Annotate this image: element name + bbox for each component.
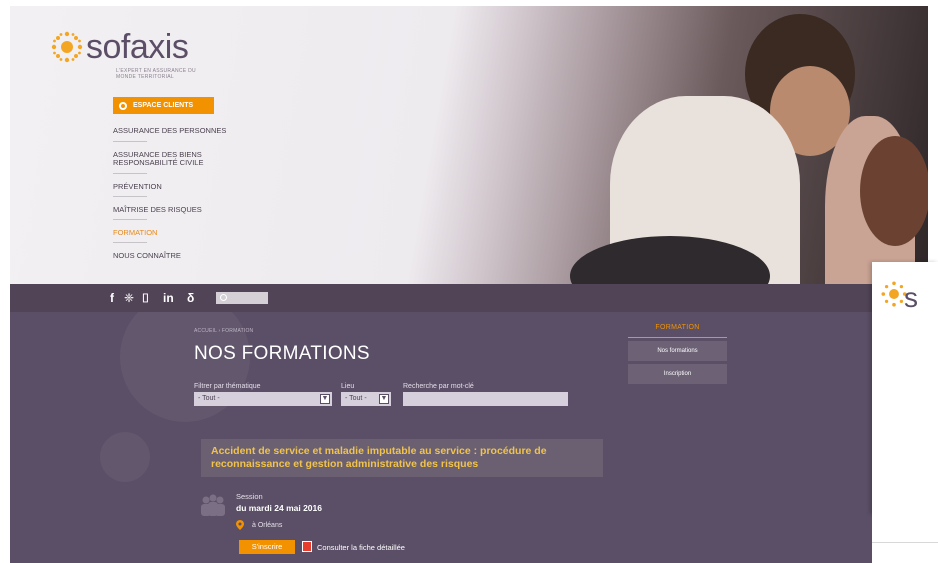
session-location: à Orléans — [252, 522, 283, 529]
linkedin-icon[interactable]: in — [163, 291, 174, 305]
detail-sheet-link[interactable]: Consulter la fiche détaillée — [317, 543, 405, 552]
facebook-icon[interactable]: f — [110, 291, 114, 305]
nav-separator — [113, 196, 147, 197]
thematique-select[interactable]: - Tout - ▼ — [194, 392, 332, 406]
espace-clients-label: ESPACE CLIENTS — [133, 102, 194, 109]
popup-brand-initial: s — [904, 282, 918, 313]
breadcrumb[interactable]: ACCUEIL › FORMATION — [194, 328, 253, 334]
nav-item-nous-connaitre[interactable]: NOUS CONNAÎTRE — [113, 252, 181, 260]
brand-name: sofaxis — [86, 28, 189, 66]
main-content: ACCUEIL › FORMATION NOS FORMATIONS Filtr… — [10, 312, 872, 563]
keyword-search-input[interactable] — [403, 392, 568, 406]
location-pin-icon — [236, 520, 244, 530]
search-icon[interactable] — [220, 294, 227, 301]
nav-separator — [113, 141, 147, 142]
espace-clients-button[interactable]: ESPACE CLIENTS — [113, 97, 214, 114]
session-label: Session — [236, 492, 263, 501]
twitter-icon[interactable]: ❈ — [124, 291, 134, 305]
sidebar-item-nos-formations[interactable]: Nos formations — [628, 341, 727, 361]
nav-item-assurance-personnes[interactable]: ASSURANCE DES PERSONNES — [113, 127, 226, 135]
nav-item-assurance-biens[interactable]: ASSURANCE DES BIENS RESPONSABILITÉ CIVIL… — [113, 151, 203, 167]
formation-title[interactable]: Accident de service et maladie imputable… — [211, 445, 591, 471]
register-button[interactable]: S'inscrire — [239, 540, 295, 554]
nav-separator — [113, 173, 147, 174]
decorative-circle — [100, 432, 150, 482]
page-title: NOS FORMATIONS — [194, 343, 370, 364]
sofaxis-logo[interactable]: sofaxis L'EXPERT EN ASSURANCE DU MONDE T… — [50, 28, 230, 88]
chevron-down-icon: ▼ — [379, 394, 389, 404]
session-date: du mardi 24 mai 2016 — [236, 503, 322, 513]
nav-item-formation[interactable]: FORMATION — [113, 229, 157, 237]
keyword-filter-label: Recherche par mot-clé — [403, 383, 474, 390]
youtube-icon[interactable]: ⌷ — [142, 291, 149, 306]
popup-footer-strip — [872, 514, 938, 563]
nav-item-prevention[interactable]: PRÉVENTION — [113, 183, 162, 191]
nav-separator — [113, 219, 147, 220]
hero-header: sofaxis L'EXPERT EN ASSURANCE DU MONDE T… — [10, 6, 928, 284]
thematique-select-value: - Tout - — [198, 395, 220, 402]
lieu-select-value: - Tout - — [345, 395, 367, 402]
sidebar-item-inscription[interactable]: Inscription — [628, 364, 727, 384]
social-search-bar: f ❈ ⌷ in δ — [10, 284, 928, 312]
sun-logo-icon — [51, 31, 83, 63]
sidebar-title-underline — [628, 337, 727, 338]
people-group-icon — [201, 494, 225, 516]
pdf-icon[interactable] — [302, 541, 312, 552]
viadeo-icon[interactable]: δ — [187, 291, 194, 305]
lieu-select[interactable]: - Tout - ▼ — [341, 392, 391, 406]
nav-separator — [113, 242, 147, 243]
nav-item-maitrise-risques[interactable]: MAÎTRISE DES RISQUES — [113, 206, 202, 214]
sidebar-title: FORMATION — [655, 324, 700, 331]
divider — [872, 542, 938, 543]
user-circle-icon — [119, 101, 127, 110]
formation-card[interactable]: Accident de service et maladie imputable… — [201, 439, 603, 477]
chevron-down-icon: ▼ — [320, 394, 330, 404]
overlay-popup-panel[interactable]: s — [872, 262, 938, 514]
thematique-filter-label: Filtrer par thématique — [194, 383, 261, 390]
hero-photo-hair — [860, 136, 928, 246]
lieu-filter-label: Lieu — [341, 383, 355, 390]
brand-tagline: L'EXPERT EN ASSURANCE DU MONDE TERRITORI… — [116, 68, 196, 80]
